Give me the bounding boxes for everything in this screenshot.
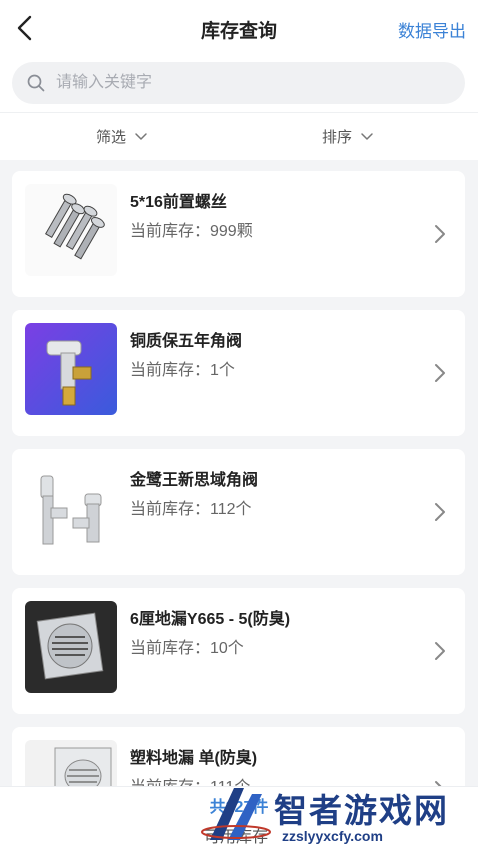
chevron-down-icon	[361, 132, 373, 140]
watermark-url: zzslyyxcfy.com	[282, 828, 383, 844]
valves-image	[25, 462, 117, 554]
product-name: 5*16前置螺丝	[130, 194, 227, 211]
stock-count: 当前库存：999颗	[130, 223, 253, 240]
search-input[interactable]	[56, 62, 446, 104]
watermark-logo-icon	[201, 788, 271, 840]
search-section	[0, 56, 478, 112]
chevron-right-icon	[435, 503, 445, 521]
product-name: 铜质保五年角阀	[130, 333, 243, 350]
search-box[interactable]	[12, 62, 465, 104]
sort-dropdown[interactable]: 排序	[322, 126, 374, 147]
search-icon	[27, 74, 45, 92]
list-item[interactable]: 6厘地漏Y665 - 5(防臭) 当前库存：10个	[12, 588, 465, 714]
sort-label: 排序	[322, 129, 353, 146]
stock-count: 当前库存：10个	[130, 640, 244, 657]
stock-count: 当前库存：1个	[130, 362, 235, 379]
floor-drain-image	[25, 601, 117, 693]
export-data-button[interactable]: 数据导出	[398, 17, 466, 42]
list-item[interactable]: 铜质保五年角阀 当前库存：1个	[12, 310, 465, 436]
filter-sort-bar: 筛选 排序	[0, 112, 478, 160]
top-navigation-bar: 库存查询 数据导出	[0, 0, 478, 56]
chevron-right-icon	[435, 364, 445, 382]
product-name: 金鹭王新思域角阀	[130, 472, 259, 489]
screws-image	[25, 184, 117, 276]
chevron-down-icon	[135, 132, 147, 140]
product-name: 塑料地漏 单(防臭)	[130, 750, 258, 767]
stock-count: 当前库存：112个	[130, 501, 252, 518]
filter-label: 筛选	[96, 129, 127, 146]
product-name: 6厘地漏Y665 - 5(防臭)	[130, 611, 291, 628]
site-watermark: 智者游戏网 zzslyyxcfy.com	[196, 782, 478, 850]
inventory-list: 5*16前置螺丝 当前库存：999颗 铜质保五年角阀 当前库存：1个 金鹭王新思…	[0, 160, 478, 850]
chevron-right-icon	[435, 642, 445, 660]
chevron-right-icon	[435, 225, 445, 243]
list-item[interactable]: 5*16前置螺丝 当前库存：999颗	[12, 171, 465, 297]
angle-valve-image	[25, 323, 117, 415]
list-item[interactable]: 金鹭王新思域角阀 当前库存：112个	[12, 449, 465, 575]
watermark-brand: 智者游戏网	[274, 792, 449, 829]
filter-dropdown[interactable]: 筛选	[96, 126, 148, 147]
